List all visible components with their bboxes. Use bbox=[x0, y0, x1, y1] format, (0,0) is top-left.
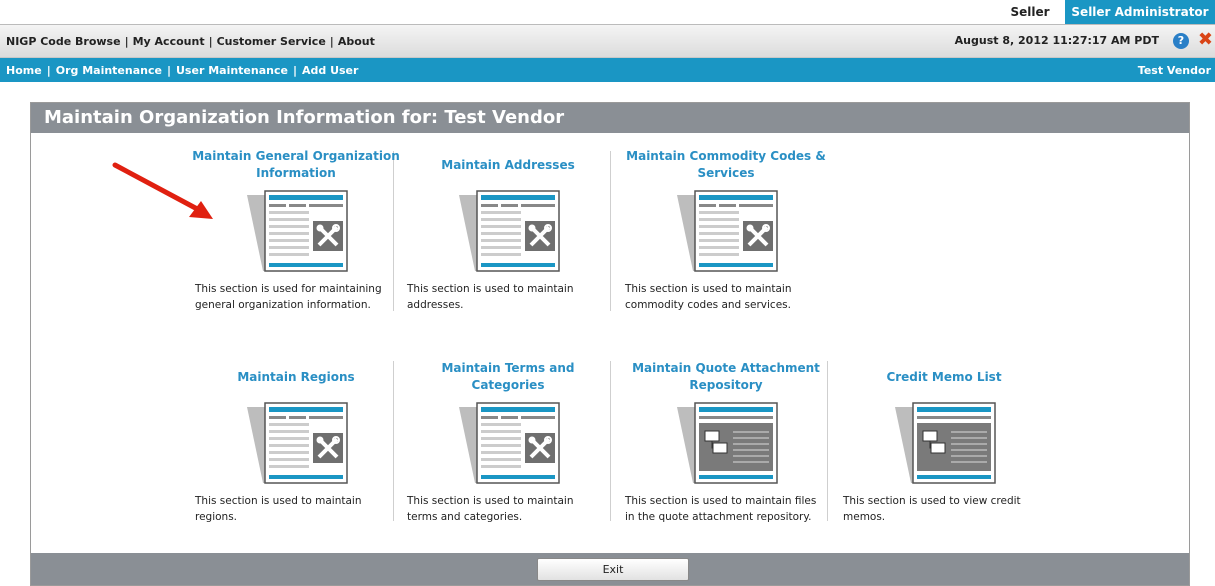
card-description: This section is used to maintain regions… bbox=[195, 495, 362, 523]
card-description: This section is used to view credit memo… bbox=[843, 495, 1021, 523]
link-maintain-regions[interactable]: Maintain Regions bbox=[191, 359, 401, 395]
top-nav-bar: NIGP Code Browse | My Account | Customer Ser… bbox=[0, 24, 1215, 58]
card-addresses: Maintain Addresses This section is used … bbox=[403, 147, 613, 313]
vendor-name: Test Vendor bbox=[1137, 64, 1211, 77]
link-credit-memo-list[interactable]: Credit Memo List bbox=[839, 359, 1049, 395]
card-regions: Maintain Regions This section is used to… bbox=[191, 359, 401, 525]
tools-icon[interactable] bbox=[453, 399, 563, 487]
subnav-user-maintenance[interactable]: User Maintenance bbox=[176, 64, 288, 77]
nav-about[interactable]: About bbox=[338, 35, 375, 48]
card-commodity-codes: Maintain Commodity Codes & Services This… bbox=[621, 147, 831, 313]
card-description: This section is used to maintain terms a… bbox=[407, 495, 574, 523]
panel-footer: Exit bbox=[31, 553, 1189, 585]
top-nav-links: NIGP Code Browse | My Account | Customer Ser… bbox=[6, 35, 375, 48]
card-description: This section is used to maintain commodi… bbox=[625, 283, 792, 311]
nav-nigp-code-browse[interactable]: NIGP Code Browse bbox=[6, 35, 121, 48]
panel-title: Maintain Organization Information for: T… bbox=[31, 103, 1189, 133]
link-maintain-addresses[interactable]: Maintain Addresses bbox=[403, 147, 613, 183]
sub-nav-links: Home | Org Maintenance | User Maintenance | Ad… bbox=[6, 64, 359, 77]
tools-icon[interactable] bbox=[671, 187, 781, 275]
link-maintain-commodity-codes[interactable]: Maintain Commodity Codes & Services bbox=[621, 147, 831, 183]
tab-seller-administrator[interactable]: Seller Administrator bbox=[1065, 0, 1215, 24]
role-tabs: Seller Seller Administrator bbox=[995, 0, 1215, 24]
card-description: This section is used for maintaining gen… bbox=[195, 283, 382, 311]
link-maintain-quote-attachment[interactable]: Maintain Quote Attachment Repository bbox=[621, 359, 831, 395]
close-icon[interactable]: ✖ bbox=[1198, 30, 1213, 50]
tools-icon[interactable] bbox=[241, 187, 351, 275]
red-arrow-annotation bbox=[112, 162, 213, 219]
exit-button[interactable]: Exit bbox=[537, 558, 689, 581]
card-terms-categories: Maintain Terms and Categories This secti… bbox=[403, 359, 613, 525]
tools-icon[interactable] bbox=[453, 187, 563, 275]
tools-icon[interactable] bbox=[241, 399, 351, 487]
panel-body: Maintain General Organization Informatio… bbox=[31, 133, 1189, 553]
nav-customer-service[interactable]: Customer Service bbox=[217, 35, 326, 48]
subnav-org-maintenance[interactable]: Org Maintenance bbox=[56, 64, 162, 77]
subnav-home[interactable]: Home bbox=[6, 64, 42, 77]
card-quote-attachment: Maintain Quote Attachment Repository Thi… bbox=[621, 359, 831, 525]
card-credit-memo: Credit Memo List This section is used to… bbox=[839, 359, 1049, 525]
files-icon[interactable] bbox=[671, 399, 781, 487]
subnav-add-user[interactable]: Add User bbox=[302, 64, 358, 77]
tab-seller[interactable]: Seller bbox=[995, 0, 1065, 24]
current-datetime: August 8, 2012 11:27:17 AM PDT bbox=[954, 34, 1159, 47]
maintain-org-panel: Maintain Organization Information for: T… bbox=[30, 102, 1190, 586]
card-description: This section is used to maintain files i… bbox=[625, 495, 817, 523]
card-description: This section is used to maintain address… bbox=[407, 283, 574, 311]
nav-my-account[interactable]: My Account bbox=[133, 35, 205, 48]
help-icon[interactable]: ? bbox=[1173, 33, 1189, 49]
files-icon[interactable] bbox=[889, 399, 999, 487]
link-maintain-terms-categories[interactable]: Maintain Terms and Categories bbox=[403, 359, 613, 395]
sub-nav-bar: Home | Org Maintenance | User Maintenance | Ad… bbox=[0, 58, 1215, 82]
